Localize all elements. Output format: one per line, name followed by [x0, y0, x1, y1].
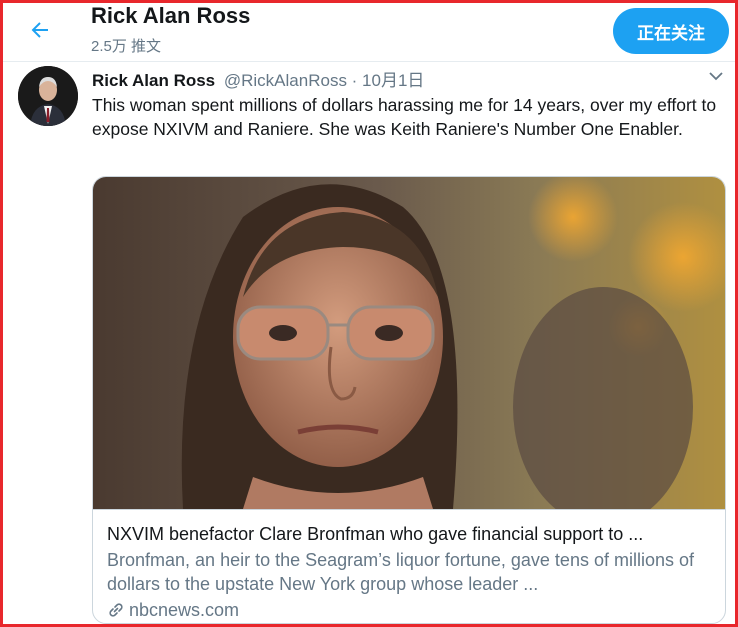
chevron-down-icon: [709, 72, 723, 81]
following-button[interactable]: 正在关注: [613, 8, 729, 54]
tweet-text: This woman spent millions of dollars har…: [92, 95, 717, 139]
profile-name: Rick Alan Ross: [91, 3, 251, 28]
card-image: [93, 177, 725, 509]
link-card[interactable]: NXVIM benefactor Clare Bronfman who gave…: [92, 176, 726, 624]
tweet-meta: Rick Alan Ross @RickAlanRoss · 10月1日: [92, 66, 425, 90]
tweet-handle-date[interactable]: @RickAlanRoss · 10月1日: [224, 71, 425, 90]
profile-header: Rick Alan Ross 2.5万 推文 正在关注: [3, 3, 735, 62]
back-button[interactable]: [23, 13, 57, 47]
card-domain: nbcnews.com: [107, 598, 713, 622]
back-arrow-icon: [31, 22, 48, 38]
tweet-count: 2.5万 推文: [91, 38, 162, 55]
card-title: NXVIM benefactor Clare Bronfman who gave…: [107, 524, 644, 544]
tweet-menu-button[interactable]: [706, 66, 730, 86]
card-description: Bronfman, an heir to the Seagram’s liquo…: [107, 550, 694, 594]
link-icon: [109, 603, 123, 617]
avatar-image: [18, 66, 78, 126]
card-domain-text: nbcnews.com: [129, 600, 240, 620]
card-body: NXVIM benefactor Clare Bronfman who gave…: [93, 509, 725, 623]
tweet-author-name[interactable]: Rick Alan Ross: [92, 71, 215, 90]
avatar[interactable]: [18, 66, 78, 126]
